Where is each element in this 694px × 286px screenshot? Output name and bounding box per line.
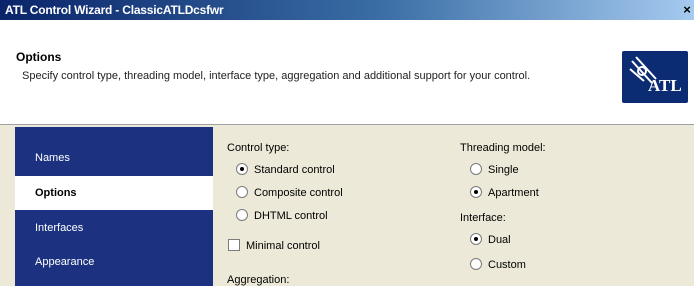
page-description: Specify control type, threading model, i… <box>22 70 531 82</box>
radio-custom[interactable]: Custom <box>470 258 526 272</box>
radio-button-icon[interactable] <box>236 186 248 198</box>
control-type-label: Control type: <box>227 142 290 154</box>
radio-button-icon[interactable] <box>236 163 248 175</box>
radio-button-icon[interactable] <box>470 163 482 175</box>
radio-button-icon[interactable] <box>470 233 482 245</box>
radio-label: Dual <box>488 234 511 246</box>
sidebar-item-options[interactable]: Options <box>15 176 213 210</box>
close-button[interactable]: × <box>680 1 694 18</box>
radio-composite-control[interactable]: Composite control <box>236 186 343 200</box>
options-panel: Control type: Standard control Composite… <box>214 125 694 286</box>
header-top-band <box>0 20 694 36</box>
wizard-sidebar: Names Options Interfaces Appearance <box>15 127 213 286</box>
wizard-window: ATL Control Wizard - ClassicATLDcsfwr × … <box>0 0 694 286</box>
radio-label: Standard control <box>254 164 335 176</box>
sidebar-item-names[interactable]: Names <box>15 141 213 175</box>
threading-model-label: Threading model: <box>460 142 546 154</box>
checkbox-icon[interactable] <box>228 239 240 251</box>
radio-button-icon[interactable] <box>236 209 248 221</box>
radio-single[interactable]: Single <box>470 163 519 177</box>
atl-logo-icon: ATL <box>622 51 688 103</box>
radio-dhtml-control[interactable]: DHTML control <box>236 209 328 223</box>
radio-label: Apartment <box>488 187 539 199</box>
radio-apartment[interactable]: Apartment <box>470 186 539 200</box>
window-title: ATL Control Wizard - ClassicATLDcsfwr <box>5 3 224 17</box>
sidebar-item-interfaces[interactable]: Interfaces <box>15 211 213 245</box>
radio-label: Composite control <box>254 187 343 199</box>
checkbox-label: Minimal control <box>246 240 320 252</box>
interface-label: Interface: <box>460 212 506 224</box>
radio-standard-control[interactable]: Standard control <box>236 163 335 177</box>
radio-dual[interactable]: Dual <box>470 233 511 247</box>
radio-label: Custom <box>488 259 526 271</box>
radio-button-icon[interactable] <box>470 186 482 198</box>
atl-logo-text: ATL <box>648 76 682 95</box>
sidebar-item-appearance[interactable]: Appearance <box>15 245 213 279</box>
radio-label: DHTML control <box>254 210 328 222</box>
radio-button-icon[interactable] <box>470 258 482 270</box>
page-title: Options <box>16 50 62 64</box>
checkbox-minimal-control[interactable]: Minimal control <box>228 239 320 253</box>
wizard-header: Options Specify control type, threading … <box>0 36 694 125</box>
radio-label: Single <box>488 164 519 176</box>
title-bar[interactable]: ATL Control Wizard - ClassicATLDcsfwr × <box>0 0 694 20</box>
aggregation-label: Aggregation: <box>227 274 290 286</box>
